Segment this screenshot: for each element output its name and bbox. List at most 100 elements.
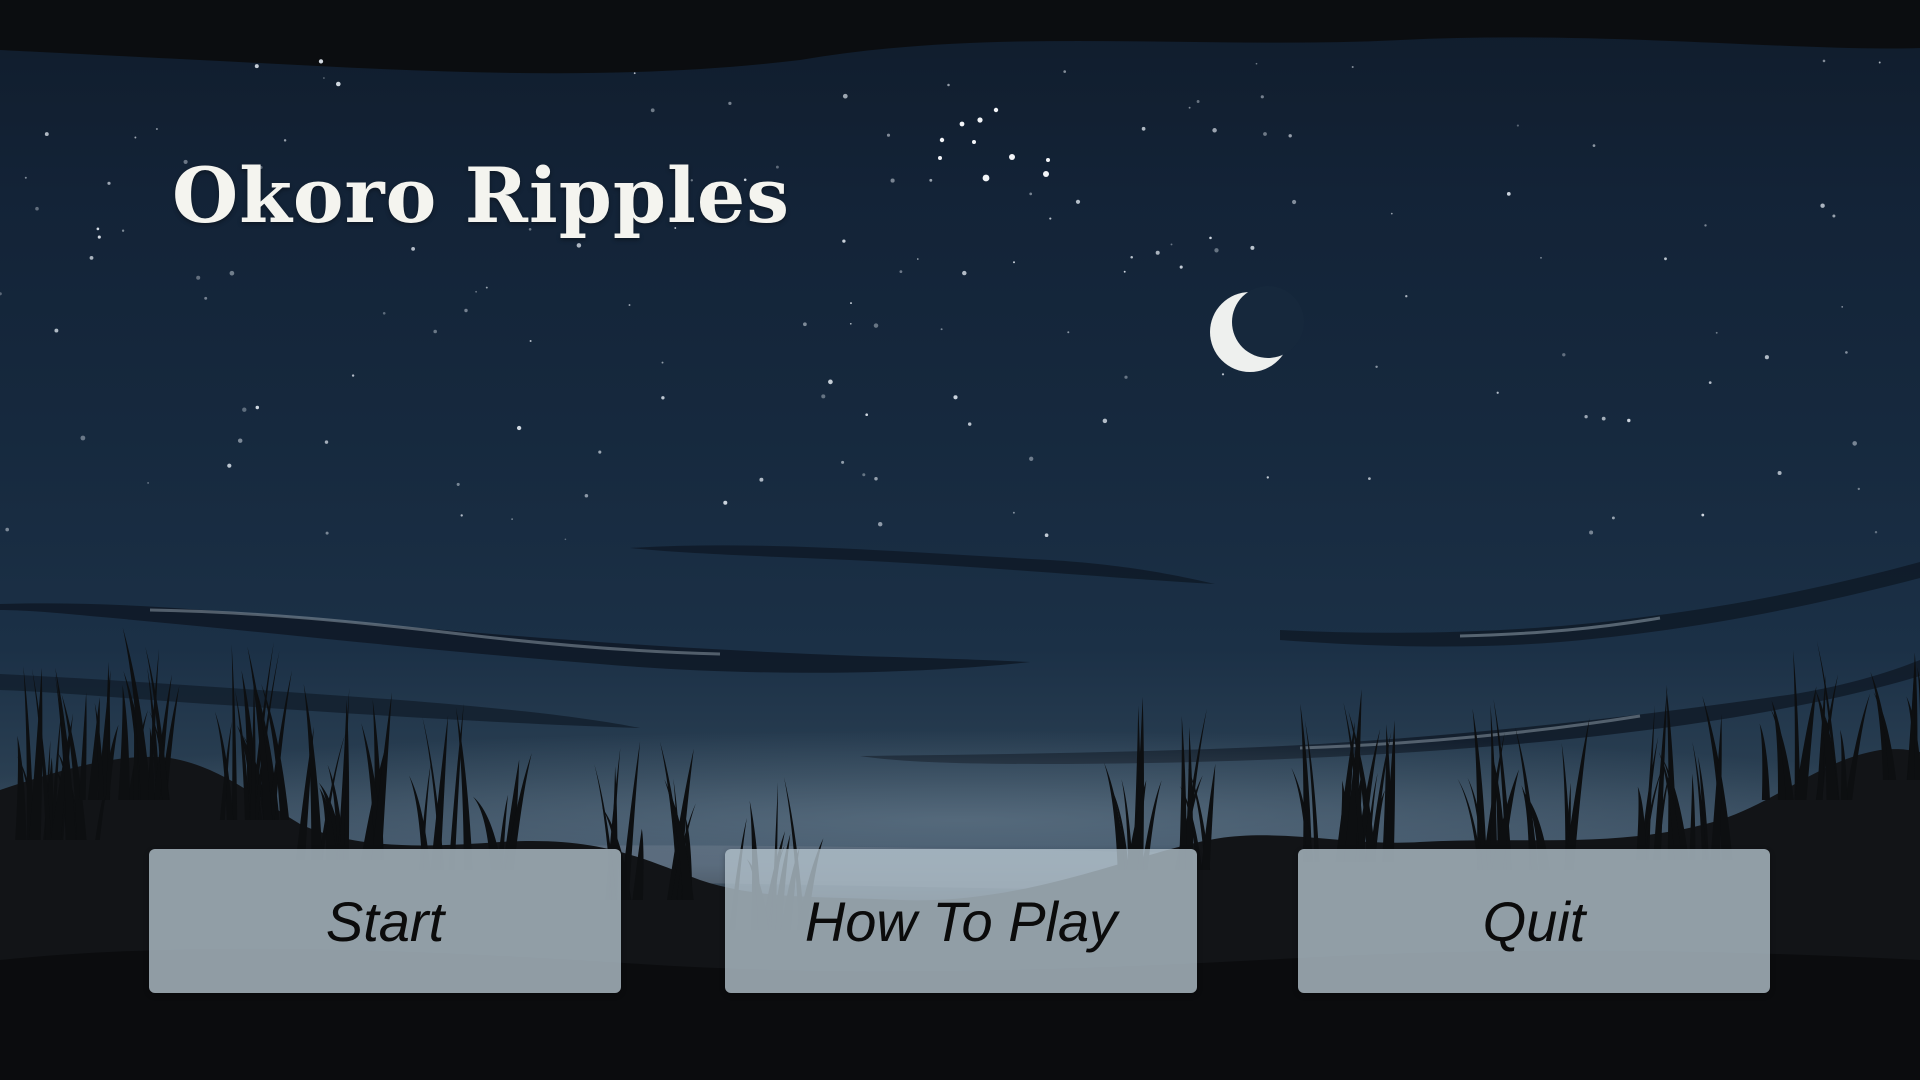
star bbox=[1029, 192, 1033, 196]
star bbox=[865, 413, 869, 417]
star bbox=[1012, 511, 1015, 514]
star bbox=[107, 181, 111, 185]
star bbox=[1589, 530, 1594, 535]
star bbox=[728, 101, 732, 106]
star bbox=[1611, 516, 1615, 520]
star bbox=[723, 500, 728, 505]
star bbox=[324, 440, 329, 444]
star bbox=[227, 463, 232, 468]
star bbox=[0, 292, 2, 296]
star bbox=[759, 477, 764, 482]
start-button[interactable]: Start bbox=[149, 849, 621, 993]
quit-button[interactable]: Quit bbox=[1298, 849, 1770, 993]
grass-blade bbox=[231, 644, 238, 820]
star bbox=[1390, 212, 1393, 215]
star bbox=[283, 139, 287, 142]
star bbox=[1266, 476, 1269, 479]
star bbox=[877, 521, 883, 527]
star bbox=[1063, 70, 1067, 73]
star bbox=[460, 514, 463, 517]
star bbox=[516, 425, 522, 431]
star bbox=[850, 302, 852, 305]
star bbox=[803, 322, 807, 327]
star bbox=[953, 395, 958, 400]
star bbox=[1292, 199, 1297, 205]
star bbox=[849, 322, 852, 325]
star bbox=[134, 136, 137, 139]
star bbox=[899, 270, 903, 274]
star bbox=[254, 64, 259, 69]
star bbox=[1777, 471, 1782, 475]
star bbox=[1832, 214, 1836, 218]
star bbox=[1123, 270, 1126, 273]
star bbox=[1155, 250, 1160, 255]
star bbox=[890, 178, 895, 183]
star bbox=[1288, 134, 1292, 138]
how-to-play-button[interactable]: How To Play bbox=[725, 849, 1197, 993]
star bbox=[1255, 62, 1258, 65]
star bbox=[229, 270, 235, 276]
star bbox=[1664, 257, 1667, 261]
star bbox=[1764, 355, 1769, 360]
star bbox=[155, 127, 158, 131]
grass-blade bbox=[1907, 666, 1915, 780]
star-cluster bbox=[938, 107, 1050, 182]
star bbox=[1506, 192, 1511, 196]
star bbox=[962, 270, 967, 276]
star bbox=[1130, 255, 1133, 259]
star bbox=[1708, 381, 1712, 384]
star bbox=[1822, 59, 1826, 63]
star bbox=[1067, 331, 1070, 334]
star bbox=[1141, 126, 1146, 131]
star bbox=[325, 531, 329, 535]
star bbox=[35, 206, 39, 211]
star bbox=[1852, 441, 1857, 446]
star bbox=[633, 72, 636, 75]
star bbox=[1049, 217, 1052, 220]
star bbox=[322, 77, 325, 79]
star bbox=[1601, 416, 1606, 421]
star bbox=[886, 133, 891, 137]
star bbox=[1263, 132, 1267, 136]
star bbox=[44, 132, 49, 137]
star bbox=[511, 518, 513, 520]
star bbox=[54, 328, 59, 333]
star bbox=[1250, 245, 1255, 250]
star bbox=[598, 450, 602, 454]
star bbox=[475, 290, 478, 293]
star bbox=[841, 460, 845, 464]
star bbox=[1260, 95, 1264, 99]
star bbox=[1013, 261, 1015, 264]
star bbox=[1874, 530, 1878, 534]
star bbox=[1075, 199, 1081, 204]
star bbox=[862, 473, 866, 477]
main-menu-screen: Okoro Ripples Start How To Play Quit bbox=[0, 0, 1920, 1080]
star bbox=[1857, 487, 1860, 491]
crescent-moon-icon bbox=[1210, 286, 1304, 372]
star bbox=[1701, 513, 1705, 517]
star bbox=[1845, 351, 1848, 354]
star bbox=[1820, 203, 1825, 208]
star bbox=[1592, 144, 1596, 147]
star bbox=[661, 396, 665, 400]
star bbox=[336, 81, 341, 87]
star bbox=[1029, 456, 1034, 461]
star bbox=[1584, 415, 1588, 419]
star bbox=[242, 407, 247, 412]
star bbox=[5, 527, 9, 532]
star bbox=[96, 227, 100, 231]
star bbox=[80, 435, 86, 441]
star bbox=[196, 275, 201, 280]
star bbox=[1214, 248, 1219, 253]
star bbox=[1196, 100, 1200, 103]
star bbox=[1516, 124, 1519, 127]
star bbox=[318, 59, 324, 64]
star bbox=[89, 256, 94, 260]
star bbox=[24, 176, 27, 179]
star bbox=[1562, 353, 1566, 357]
star bbox=[1704, 224, 1707, 227]
star bbox=[821, 394, 826, 399]
star bbox=[1209, 236, 1212, 240]
star bbox=[842, 93, 848, 99]
star bbox=[916, 258, 919, 260]
